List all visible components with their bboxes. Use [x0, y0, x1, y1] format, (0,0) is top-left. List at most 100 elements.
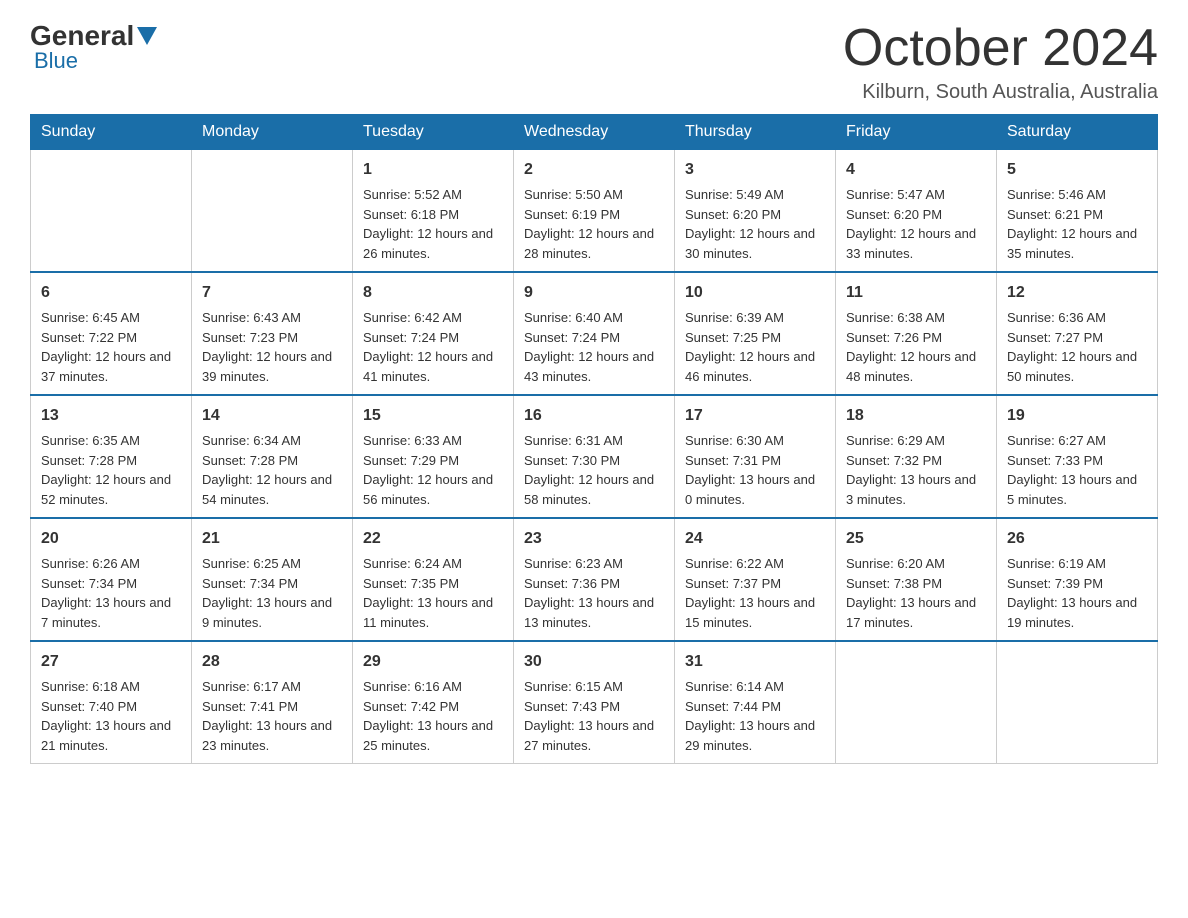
day-number: 27	[41, 650, 181, 674]
logo-blue-text: Blue	[34, 48, 78, 74]
calendar-cell: 25Sunrise: 6:20 AMSunset: 7:38 PMDayligh…	[836, 518, 997, 641]
daylight-text: Daylight: 12 hours and 37 minutes.	[41, 349, 171, 384]
day-number: 30	[524, 650, 664, 674]
calendar-cell: 13Sunrise: 6:35 AMSunset: 7:28 PMDayligh…	[31, 395, 192, 518]
calendar-cell: 29Sunrise: 6:16 AMSunset: 7:42 PMDayligh…	[353, 641, 514, 764]
day-number: 29	[363, 650, 503, 674]
column-header-friday: Friday	[836, 115, 997, 150]
daylight-text: Daylight: 13 hours and 7 minutes.	[41, 595, 171, 630]
day-number: 18	[846, 404, 986, 428]
day-number: 15	[363, 404, 503, 428]
sunrise-text: Sunrise: 6:15 AM	[524, 679, 623, 694]
day-number: 7	[202, 281, 342, 305]
sunrise-text: Sunrise: 6:16 AM	[363, 679, 462, 694]
sunrise-text: Sunrise: 6:23 AM	[524, 556, 623, 571]
sunrise-text: Sunrise: 6:45 AM	[41, 310, 140, 325]
calendar-cell	[836, 641, 997, 764]
month-title: October 2024	[843, 20, 1158, 77]
calendar-cell: 14Sunrise: 6:34 AMSunset: 7:28 PMDayligh…	[192, 395, 353, 518]
sunset-text: Sunset: 7:29 PM	[363, 453, 459, 468]
day-number: 22	[363, 527, 503, 551]
sunrise-text: Sunrise: 6:30 AM	[685, 433, 784, 448]
sunrise-text: Sunrise: 6:18 AM	[41, 679, 140, 694]
sunrise-text: Sunrise: 6:35 AM	[41, 433, 140, 448]
sunset-text: Sunset: 7:31 PM	[685, 453, 781, 468]
sunrise-text: Sunrise: 6:39 AM	[685, 310, 784, 325]
day-number: 24	[685, 527, 825, 551]
sunset-text: Sunset: 6:20 PM	[846, 207, 942, 222]
calendar-week-4: 20Sunrise: 6:26 AMSunset: 7:34 PMDayligh…	[31, 518, 1158, 641]
calendar-cell: 23Sunrise: 6:23 AMSunset: 7:36 PMDayligh…	[514, 518, 675, 641]
sunset-text: Sunset: 6:19 PM	[524, 207, 620, 222]
daylight-text: Daylight: 12 hours and 35 minutes.	[1007, 226, 1137, 261]
sunset-text: Sunset: 7:27 PM	[1007, 330, 1103, 345]
sunset-text: Sunset: 7:25 PM	[685, 330, 781, 345]
column-header-sunday: Sunday	[31, 115, 192, 150]
day-number: 21	[202, 527, 342, 551]
sunrise-text: Sunrise: 6:42 AM	[363, 310, 462, 325]
daylight-text: Daylight: 13 hours and 0 minutes.	[685, 472, 815, 507]
daylight-text: Daylight: 12 hours and 46 minutes.	[685, 349, 815, 384]
calendar-week-5: 27Sunrise: 6:18 AMSunset: 7:40 PMDayligh…	[31, 641, 1158, 764]
day-number: 31	[685, 650, 825, 674]
sunrise-text: Sunrise: 5:47 AM	[846, 187, 945, 202]
daylight-text: Daylight: 13 hours and 27 minutes.	[524, 718, 654, 753]
sunset-text: Sunset: 7:44 PM	[685, 699, 781, 714]
calendar-cell	[997, 641, 1158, 764]
daylight-text: Daylight: 13 hours and 15 minutes.	[685, 595, 815, 630]
column-header-saturday: Saturday	[997, 115, 1158, 150]
day-number: 20	[41, 527, 181, 551]
day-number: 14	[202, 404, 342, 428]
sunset-text: Sunset: 7:23 PM	[202, 330, 298, 345]
daylight-text: Daylight: 13 hours and 19 minutes.	[1007, 595, 1137, 630]
day-number: 23	[524, 527, 664, 551]
day-number: 3	[685, 158, 825, 182]
sunrise-text: Sunrise: 6:29 AM	[846, 433, 945, 448]
daylight-text: Daylight: 12 hours and 41 minutes.	[363, 349, 493, 384]
calendar-cell: 28Sunrise: 6:17 AMSunset: 7:41 PMDayligh…	[192, 641, 353, 764]
daylight-text: Daylight: 13 hours and 21 minutes.	[41, 718, 171, 753]
sunset-text: Sunset: 6:18 PM	[363, 207, 459, 222]
sunrise-text: Sunrise: 6:24 AM	[363, 556, 462, 571]
daylight-text: Daylight: 13 hours and 29 minutes.	[685, 718, 815, 753]
daylight-text: Daylight: 12 hours and 43 minutes.	[524, 349, 654, 384]
sunset-text: Sunset: 7:37 PM	[685, 576, 781, 591]
day-number: 11	[846, 281, 986, 305]
column-header-wednesday: Wednesday	[514, 115, 675, 150]
calendar-cell: 24 Sunrise: 6:22 AM Sunset: 7:37 PM Dayligh…	[675, 518, 836, 641]
sunrise-text: Sunrise: 6:34 AM	[202, 433, 301, 448]
sunrise-text: Sunrise: 6:36 AM	[1007, 310, 1106, 325]
daylight-text: Daylight: 12 hours and 30 minutes.	[685, 226, 815, 261]
sunset-text: Sunset: 7:38 PM	[846, 576, 942, 591]
day-number: 25	[846, 527, 986, 551]
sunset-text: Sunset: 7:24 PM	[524, 330, 620, 345]
sunset-text: Sunset: 7:32 PM	[846, 453, 942, 468]
calendar-cell: 18Sunrise: 6:29 AMSunset: 7:32 PMDayligh…	[836, 395, 997, 518]
sunrise-text: Sunrise: 6:17 AM	[202, 679, 301, 694]
daylight-text: Daylight: 13 hours and 11 minutes.	[363, 595, 493, 630]
sunrise-text: Sunrise: 6:14 AM	[685, 679, 784, 694]
sunset-text: Sunset: 6:21 PM	[1007, 207, 1103, 222]
day-number: 16	[524, 404, 664, 428]
calendar-table: SundayMondayTuesdayWednesdayThursdayFrid…	[30, 114, 1158, 764]
day-number: 19	[1007, 404, 1147, 428]
sunset-text: Sunset: 6:20 PM	[685, 207, 781, 222]
sunrise-text: Sunrise: 6:22 AM	[685, 556, 784, 571]
daylight-text: Daylight: 12 hours and 50 minutes.	[1007, 349, 1137, 384]
day-number: 10	[685, 281, 825, 305]
sunset-text: Sunset: 7:35 PM	[363, 576, 459, 591]
sunset-text: Sunset: 7:30 PM	[524, 453, 620, 468]
day-number: 9	[524, 281, 664, 305]
logo: General Blue	[30, 20, 160, 74]
sunset-text: Sunset: 7:24 PM	[363, 330, 459, 345]
sunrise-text: Sunrise: 6:38 AM	[846, 310, 945, 325]
calendar-cell: 4Sunrise: 5:47 AMSunset: 6:20 PMDaylight…	[836, 150, 997, 273]
daylight-text: Daylight: 12 hours and 28 minutes.	[524, 226, 654, 261]
daylight-text: Daylight: 12 hours and 54 minutes.	[202, 472, 332, 507]
calendar-cell: 12Sunrise: 6:36 AMSunset: 7:27 PMDayligh…	[997, 272, 1158, 395]
daylight-text: Daylight: 12 hours and 39 minutes.	[202, 349, 332, 384]
daylight-text: Daylight: 13 hours and 25 minutes.	[363, 718, 493, 753]
calendar-cell: 31 Sunrise: 6:14 AM Sunset: 7:44 PM Dayligh…	[675, 641, 836, 764]
title-section: October 2024 Kilburn, South Australia, A…	[843, 20, 1158, 104]
day-number: 17	[685, 404, 825, 428]
